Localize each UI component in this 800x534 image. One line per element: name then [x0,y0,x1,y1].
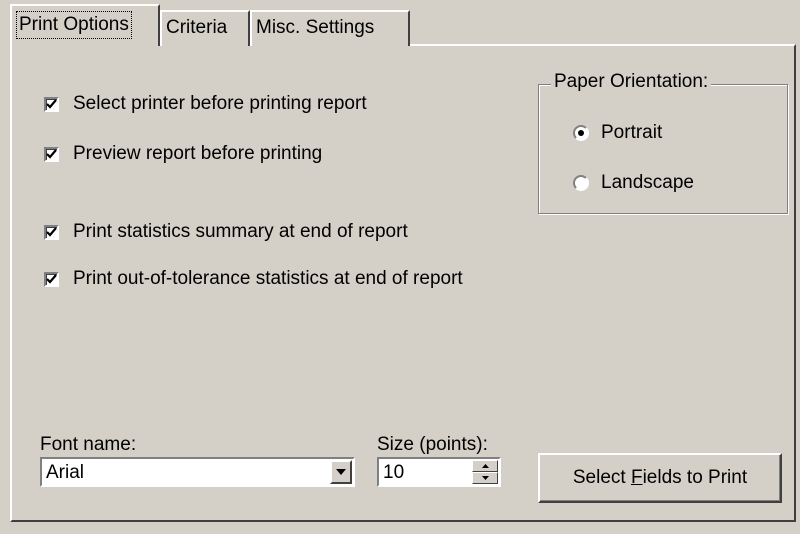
preview-report-checkbox[interactable]: Preview report before printing [44,143,322,165]
checkmark-icon [44,271,59,287]
landscape-label: Landscape [601,172,694,193]
checkmark-icon [44,224,59,240]
size-spinbox[interactable]: 10 [377,457,501,487]
paper-orientation-group: Paper Orientation: [538,71,788,214]
radio-selected-icon [573,125,589,141]
select-fields-button[interactable]: Select Fields to Print [538,453,782,503]
spin-up-icon[interactable] [472,460,498,472]
select-fields-label-pre: Select [572,467,631,488]
select-printer-label: Select printer before printing report [73,93,367,114]
oot-stats-checkbox[interactable]: Print out-of-tolerance statistics at end… [44,268,463,290]
size-value: 10 [383,462,405,483]
tab-criteria-label: Criteria [166,17,228,38]
radio-unselected-icon [573,175,589,191]
select-fields-label-post: ields to Print [642,467,748,488]
font-name-combobox[interactable]: Arial [40,457,355,487]
spin-down-icon[interactable] [472,472,498,484]
tab-strip: Print Options Criteria Misc. Settings [10,0,800,46]
tab-misc-settings-label: Misc. Settings [256,17,375,38]
font-name-label: Font name: [40,434,137,455]
preview-report-label: Preview report before printing [73,143,323,164]
oot-stats-label: Print out-of-tolerance statistics at end… [73,268,463,289]
checkmark-icon [44,96,59,112]
tab-criteria[interactable]: Criteria [160,10,250,46]
portrait-radio[interactable]: Portrait [573,122,662,144]
dropdown-arrow-icon[interactable] [330,460,352,484]
portrait-label: Portrait [601,122,663,143]
font-name-value: Arial [46,462,85,483]
stats-summary-label: Print statistics summary at end of repor… [73,221,408,242]
tab-misc-settings[interactable]: Misc. Settings [250,10,410,46]
tab-print-options[interactable]: Print Options [10,4,160,46]
paper-orientation-title: Paper Orientation: [551,71,712,93]
landscape-radio[interactable]: Landscape [573,172,694,194]
tab-print-options-label: Print Options [16,11,132,39]
select-fields-accel: F [630,467,643,488]
checkmark-icon [44,146,59,162]
stats-summary-checkbox[interactable]: Print statistics summary at end of repor… [44,221,408,243]
size-label: Size (points): [377,434,488,455]
select-printer-checkbox[interactable]: Select printer before printing report [44,93,367,115]
